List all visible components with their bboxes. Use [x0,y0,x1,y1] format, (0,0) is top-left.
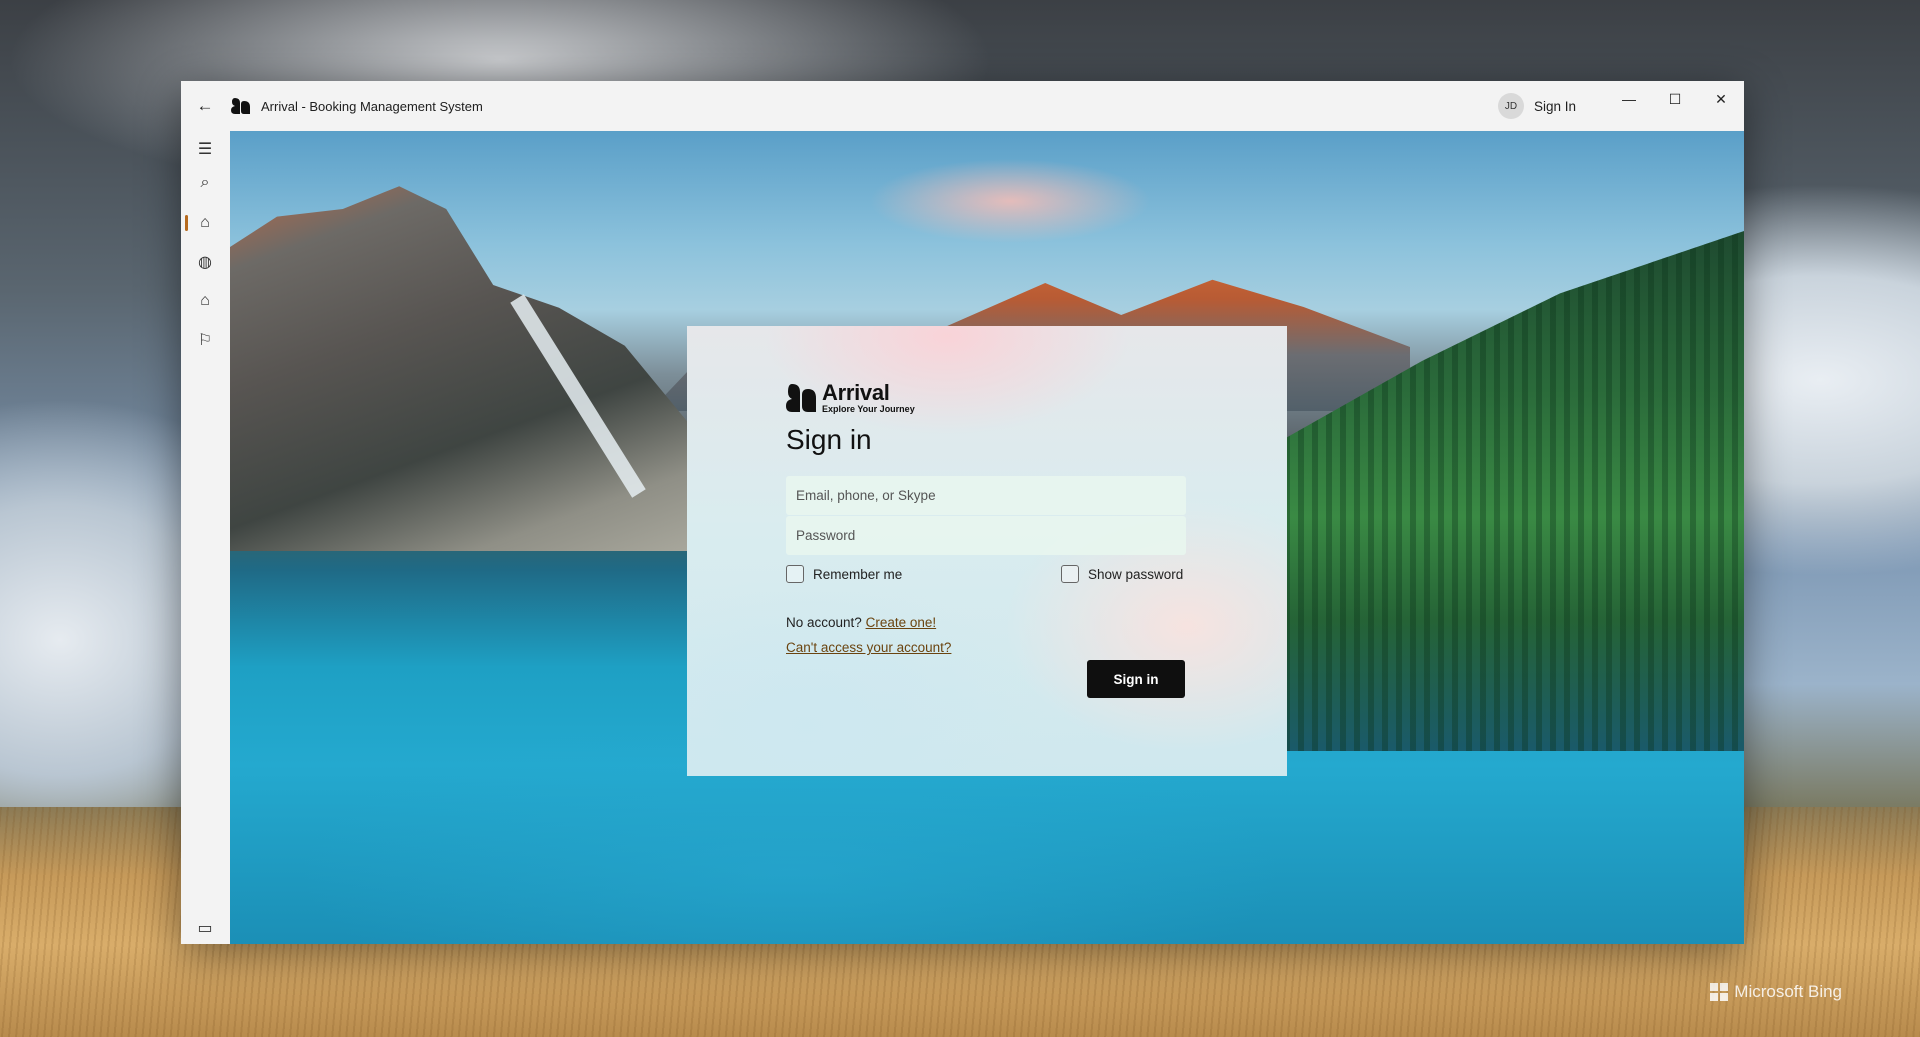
back-button[interactable]: ← [181,81,229,131]
show-password-label: Show password [1088,566,1184,582]
sidebar-item-explore[interactable]: ◍ [181,244,229,280]
remember-me-checkbox[interactable] [786,565,804,583]
feedback-icon: ▭ [197,920,213,937]
maximize-button[interactable]: ☐ [1652,83,1698,115]
password-field[interactable] [786,516,1186,555]
create-account-link[interactable]: Create one! [866,615,937,630]
content-area: Arrival Explore Your Journey Sign in Rem… [230,131,1744,944]
close-icon: ✕ [1715,90,1727,107]
no-account-text: No account? [786,615,862,630]
page-title: Sign in [786,424,872,455]
app-window: ← Arrival - Booking Management System JD… [181,81,1744,944]
flag-icon: ⚐ [197,332,213,349]
sidebar-feedback-button[interactable]: ▭ [181,910,229,944]
avatar[interactable]: JD [1497,93,1524,119]
brand: Arrival Explore Your Journey [786,382,915,414]
title-bar: ← Arrival - Booking Management System JD… [181,81,1744,131]
app-logo-icon [231,97,251,115]
bing-credit-label: Microsoft Bing [1734,982,1842,1001]
sidebar: ☰ ⌕ ⌂ ◍ ⌂ ⚐ ▭ ⚙ [181,131,229,944]
brand-name: Arrival [822,380,890,405]
no-account-line: No account? Create one! [786,615,936,630]
signin-button[interactable]: Sign in [1087,660,1185,698]
maximize-icon: ☐ [1668,90,1682,107]
minimize-button[interactable]: — [1606,83,1652,115]
remember-me-option[interactable]: Remember me [786,565,902,583]
minimize-icon: — [1622,91,1636,107]
brand-tagline: Explore Your Journey [822,404,915,414]
email-field[interactable] [786,476,1186,515]
hotel-icon: ⌂ [200,292,210,309]
show-password-checkbox[interactable] [1061,565,1079,583]
sidebar-item-home[interactable]: ⌂ [181,205,229,241]
sidebar-search-button[interactable]: ⌕ [181,165,229,201]
sidebar-item-bookings[interactable]: ⚐ [181,322,229,358]
bing-credit: Microsoft Bing [1710,982,1842,1002]
cant-access-link[interactable]: Can't access your account? [786,640,951,655]
globe-icon: ◍ [198,254,212,271]
bing-logo-icon [1710,983,1729,1001]
menu-icon: ☰ [197,141,213,158]
remember-me-label: Remember me [813,566,903,582]
account-help-line: Can't access your account? [786,640,951,655]
home-icon: ⌂ [200,214,210,231]
arrow-left-icon: ← [196,96,214,115]
sidebar-menu-button[interactable]: ☰ [181,131,229,167]
window-title: Arrival - Booking Management System [261,98,483,114]
sidebar-item-hotels[interactable]: ⌂ [181,283,229,319]
show-password-option[interactable]: Show password [1061,565,1183,583]
titlebar-signin-link[interactable]: Sign In [1534,99,1576,114]
arrival-logo-icon [786,383,816,413]
close-button[interactable]: ✕ [1698,83,1744,115]
search-icon: ⌕ [200,174,210,191]
signin-card: Arrival Explore Your Journey Sign in Rem… [687,326,1287,776]
